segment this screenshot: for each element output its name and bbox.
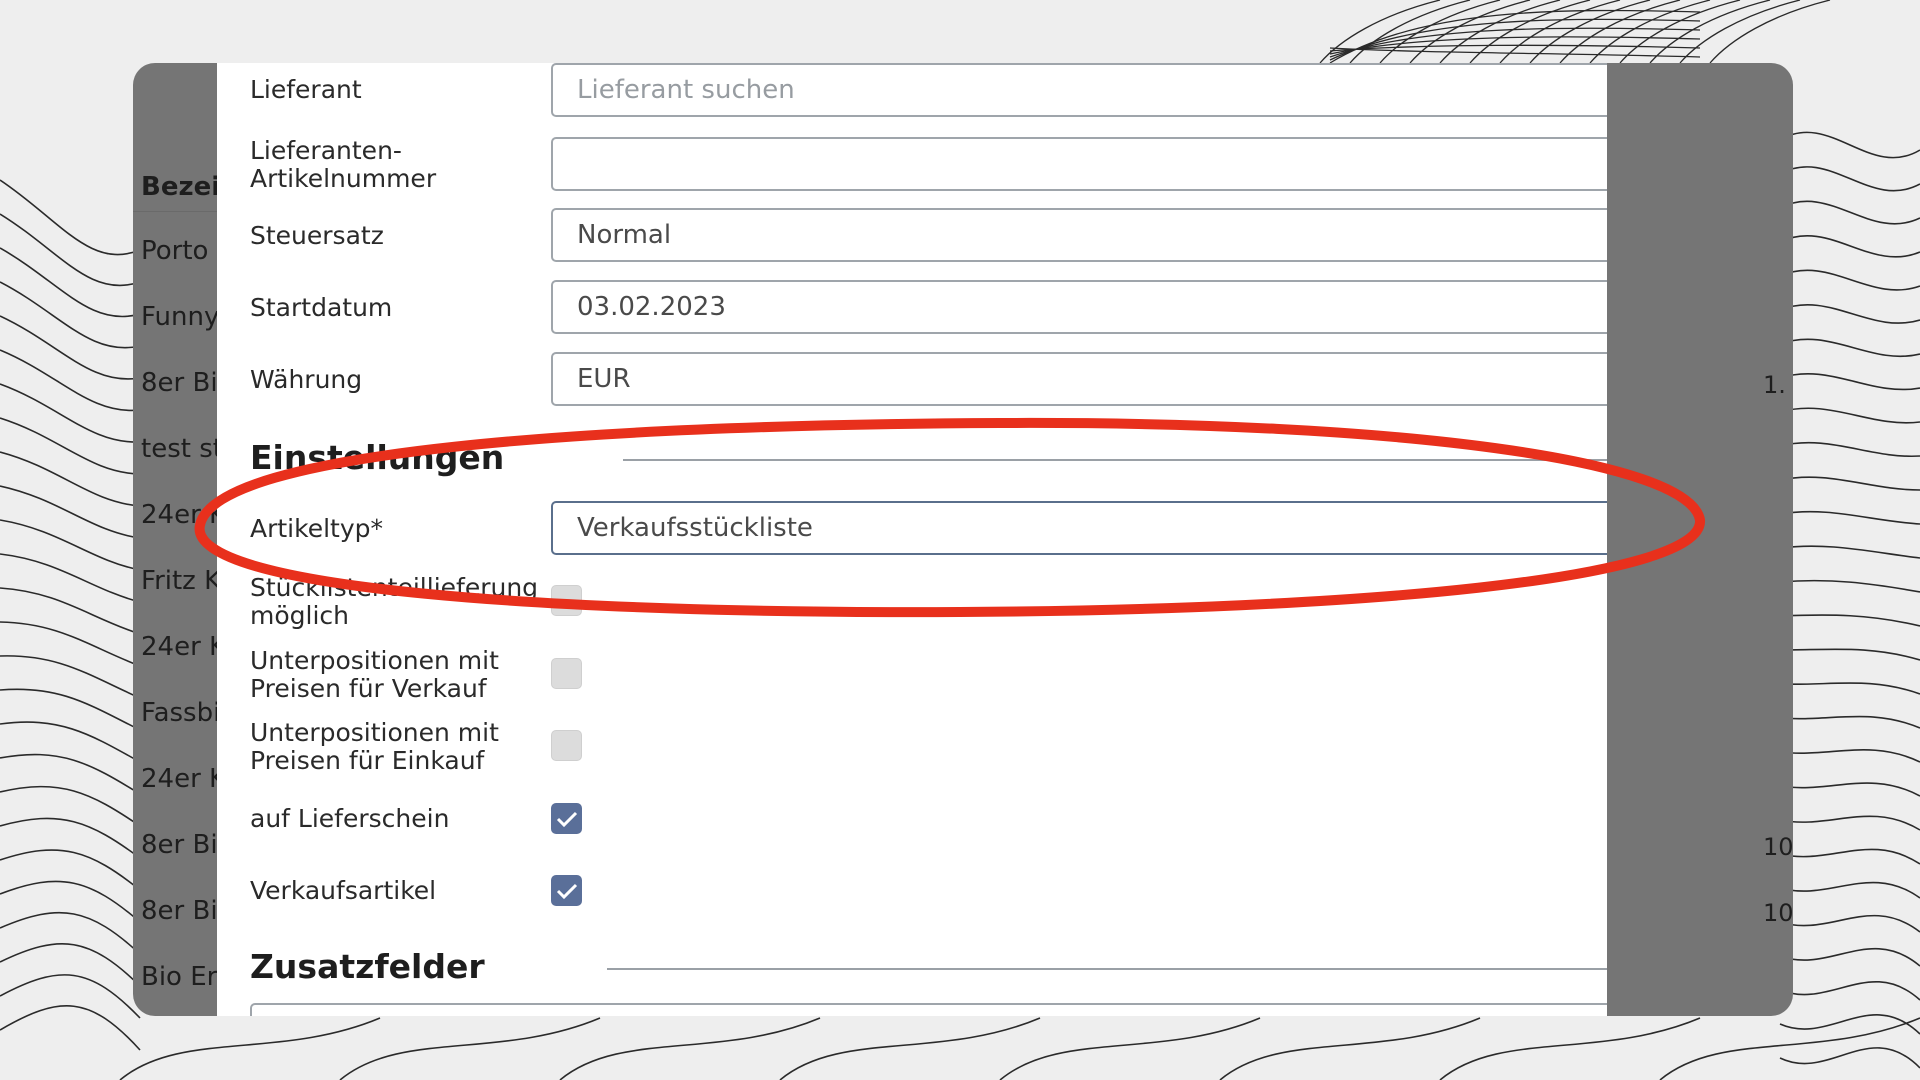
startdatum-label: Startdatum: [250, 293, 393, 322]
unterpositionen-einkauf-checkbox[interactable]: [551, 730, 582, 761]
zusatzfeld-input[interactable]: [250, 1003, 1607, 1016]
lieferanten-artikelnummer-label: Lieferanten- Artikelnummer: [250, 136, 437, 193]
unterpositionen-einkauf-label: Unterpositionen mit Preisen für Einkauf: [250, 718, 499, 775]
stuecklistenteillieferung-checkbox[interactable]: [551, 585, 582, 616]
table-row[interactable]: Fritz K: [141, 561, 218, 601]
lieferant-label: Lieferant: [250, 75, 362, 104]
verkaufsartikel-label: Verkaufsartikel: [250, 876, 437, 905]
auf-lieferschein-label: auf Lieferschein: [250, 804, 450, 833]
artikeltyp-select[interactable]: Verkaufsstückliste: [551, 501, 1607, 555]
zusatzfelder-heading: Zusatzfelder: [250, 947, 485, 986]
table-row[interactable]: 8er Bi: [141, 363, 218, 403]
table-row[interactable]: 24er K: [141, 627, 218, 667]
table-cell-value: 10: [1763, 833, 1793, 861]
steuersatz-select[interactable]: Normal: [551, 208, 1607, 262]
lieferanten-artikelnummer-input[interactable]: [551, 137, 1607, 191]
table-row[interactable]: test st: [141, 429, 218, 469]
table-row[interactable]: Funny: [141, 297, 218, 337]
checkmark-icon: [556, 883, 577, 899]
verkaufsartikel-checkbox[interactable]: [551, 875, 582, 906]
table-row[interactable]: Fassbi: [141, 693, 218, 733]
unterpositionen-verkauf-label: Unterpositionen mit Preisen für Verkauf: [250, 646, 499, 703]
auf-lieferschein-checkbox[interactable]: [551, 803, 582, 834]
table-row[interactable]: 24er K: [141, 759, 218, 799]
lieferant-select[interactable]: Lieferant suchen: [551, 63, 1607, 117]
section-divider: [623, 459, 1607, 461]
screenshot-card: Bezeichnung Porto Funny 8er Bi test st 2…: [133, 63, 1793, 1016]
waehrung-label: Währung: [250, 365, 363, 394]
table-row[interactable]: Bio Er: [141, 957, 218, 997]
table-cell-value: 1.: [1763, 371, 1786, 399]
checkmark-icon: [556, 811, 577, 827]
einstellungen-heading: Einstellungen: [250, 438, 505, 477]
artikeltyp-label: Artikeltyp*: [250, 514, 384, 543]
table-divider: [133, 211, 218, 212]
article-edit-dialog: Lieferant Lieferant suchen Lieferanten- …: [217, 63, 1607, 1016]
steuersatz-value: Normal: [577, 220, 672, 250]
table-cell-value: 10: [1763, 899, 1793, 927]
artikeltyp-value: Verkaufsstückliste: [577, 513, 813, 543]
startdatum-value: 03.02.2023: [577, 292, 726, 322]
waehrung-value: EUR: [577, 364, 631, 394]
stuecklistenteillieferung-label: Stücklistenteillieferung möglich: [250, 573, 539, 630]
waehrung-select[interactable]: EUR: [551, 352, 1607, 406]
table-header: Bezeichnung: [141, 172, 218, 202]
table-row[interactable]: 8er Bi: [141, 891, 218, 931]
lieferant-placeholder: Lieferant suchen: [577, 75, 795, 105]
section-divider: [607, 968, 1607, 970]
table-row[interactable]: 24er K: [141, 495, 218, 535]
unterpositionen-verkauf-checkbox[interactable]: [551, 658, 582, 689]
table-row[interactable]: Porto: [141, 231, 218, 271]
table-row[interactable]: 8er Bi: [141, 825, 218, 865]
steuersatz-label: Steuersatz: [250, 221, 384, 250]
startdatum-input[interactable]: 03.02.2023: [551, 280, 1607, 334]
